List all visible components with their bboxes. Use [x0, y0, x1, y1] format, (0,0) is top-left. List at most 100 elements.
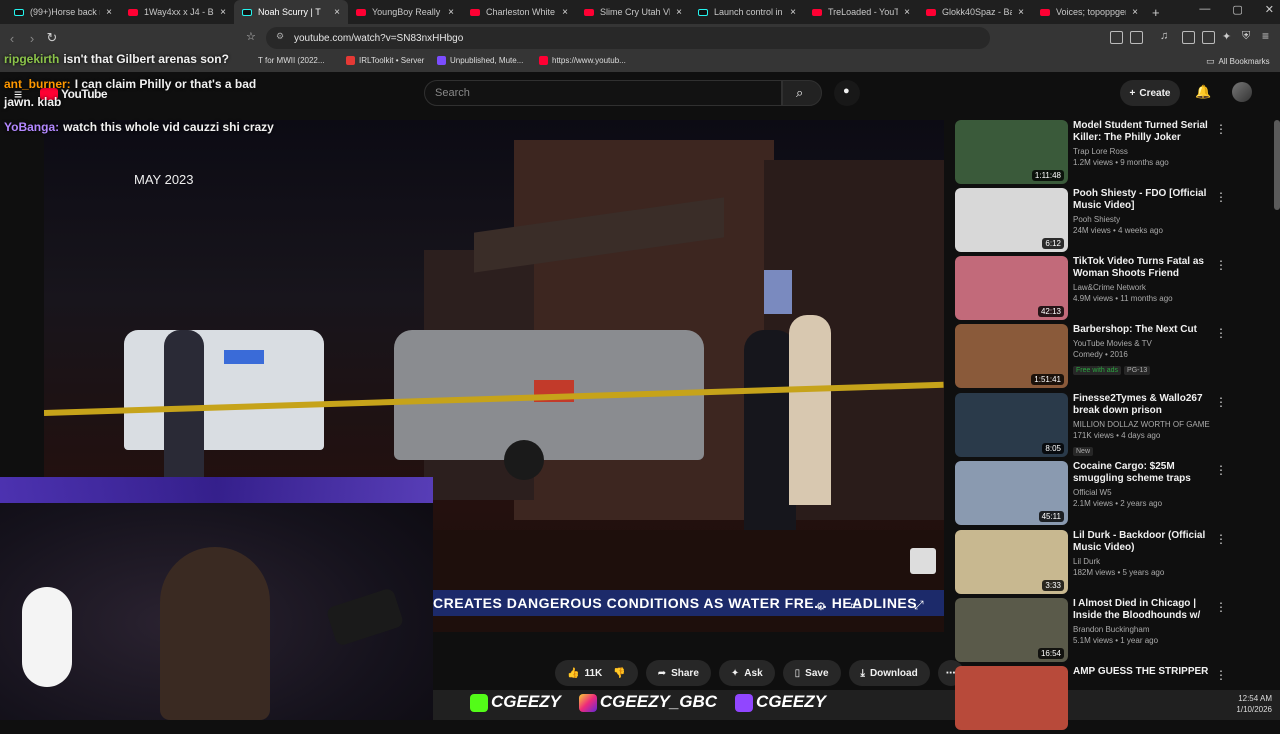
- close-tab-icon[interactable]: ×: [562, 7, 568, 18]
- video-title[interactable]: Cocaine Cargo: $25M smuggling scheme tra…: [1073, 461, 1213, 485]
- video-title[interactable]: Lil Durk - Backdoor (Official Music Vide…: [1073, 530, 1213, 554]
- video-thumbnail[interactable]: 6:12: [955, 188, 1068, 252]
- browser-tab[interactable]: Slime Cry Utah Vlog - Y ×: [576, 0, 690, 24]
- video-title[interactable]: AMP GUESS THE STRIPPER: [1073, 666, 1213, 678]
- like-button[interactable]: 👍 11K 👎: [555, 660, 638, 686]
- recommended-video[interactable]: 8:05 Finesse2Tymes & Wallo267 break down …: [955, 393, 1227, 461]
- recommended-video[interactable]: 1:51:41 Barbershop: The Next Cut YouTube M…: [955, 324, 1227, 392]
- recommended-video[interactable]: 45:11 Cocaine Cargo: $25M smuggling schem…: [955, 461, 1227, 529]
- more-options-icon[interactable]: ⋮: [1215, 668, 1227, 682]
- close-tab-icon[interactable]: ×: [904, 7, 910, 18]
- recommended-video[interactable]: 42:13 TikTok Video Turns Fatal as Woman S…: [955, 256, 1227, 324]
- recommended-video[interactable]: AMP GUESS THE STRIPPER ⋮: [955, 666, 1227, 734]
- close-tab-icon[interactable]: ×: [1018, 7, 1024, 18]
- channel-name[interactable]: MILLION DOLLAZ WORTH OF GAME: [1073, 420, 1213, 429]
- forward-icon[interactable]: ›: [22, 31, 42, 46]
- more-options-icon[interactable]: ⋮: [1215, 532, 1227, 546]
- close-tab-icon[interactable]: ×: [106, 7, 112, 18]
- channel-name[interactable]: Lil Durk: [1073, 557, 1213, 566]
- video-thumbnail[interactable]: 45:11: [955, 461, 1068, 525]
- back-icon[interactable]: ‹: [2, 31, 22, 46]
- create-button[interactable]: + Create: [1120, 80, 1180, 106]
- reload-icon[interactable]: ↻: [42, 30, 62, 46]
- fullscreen-icon[interactable]: ⤢: [914, 598, 924, 613]
- settings-gear-icon[interactable]: ⚙: [816, 600, 826, 613]
- extension-icon[interactable]: [1202, 31, 1215, 44]
- sidebar-icon[interactable]: [1182, 31, 1195, 44]
- channel-name[interactable]: Law&Crime Network: [1073, 283, 1213, 292]
- extension-icon[interactable]: [1110, 31, 1123, 44]
- recommended-video[interactable]: 16:54 I Almost Died in Chicago | Inside t…: [955, 598, 1227, 666]
- close-tab-icon[interactable]: ×: [220, 7, 226, 18]
- channel-name[interactable]: Brandon Buckingham: [1073, 625, 1213, 634]
- video-title[interactable]: I Almost Died in Chicago | Inside the Bl…: [1073, 598, 1213, 622]
- share-button[interactable]: ➦ Share: [645, 660, 711, 686]
- close-tab-icon[interactable]: ×: [790, 7, 796, 18]
- address-bar[interactable]: ⚙ youtube.com/watch?v=SN83nxHHbgo: [266, 27, 990, 49]
- recommended-video[interactable]: 1:11:48 Model Student Turned Serial Kille…: [955, 120, 1227, 188]
- channel-name[interactable]: Official W5: [1073, 488, 1213, 497]
- extension-icon[interactable]: [1130, 31, 1143, 44]
- browser-tab[interactable]: Launch control in C43 ×: [690, 0, 804, 24]
- close-tab-icon[interactable]: ×: [448, 7, 454, 18]
- close-window-icon[interactable]: ✕: [1265, 3, 1274, 16]
- shield-icon[interactable]: ⛨: [1242, 30, 1250, 43]
- video-title[interactable]: Pooh Shiesty - FDO [Official Music Video…: [1073, 188, 1213, 212]
- more-options-icon[interactable]: ⋮: [1215, 463, 1227, 477]
- close-tab-icon[interactable]: ×: [676, 7, 682, 18]
- more-options-icon[interactable]: ⋮: [1215, 395, 1227, 409]
- browser-tab[interactable]: (99+)Horse back ride w ×: [6, 0, 120, 24]
- channel-watermark-icon[interactable]: [910, 548, 936, 574]
- minimize-icon[interactable]: —: [1199, 3, 1210, 16]
- search-button[interactable]: ⌕: [782, 80, 822, 106]
- video-thumbnail[interactable]: 1:51:41: [955, 324, 1068, 388]
- video-title[interactable]: TikTok Video Turns Fatal as Woman Shoots…: [1073, 256, 1213, 280]
- video-thumbnail[interactable]: 1:11:48: [955, 120, 1068, 184]
- browser-tab[interactable]: TreLoaded - YouTube ×: [804, 0, 918, 24]
- channel-name[interactable]: YouTube Movies & TV: [1073, 339, 1213, 348]
- sparkle-icon[interactable]: ✦: [1222, 30, 1231, 43]
- video-title[interactable]: Barbershop: The Next Cut: [1073, 324, 1213, 336]
- browser-tab[interactable]: Noah Scurry | T ×: [234, 0, 348, 24]
- video-thumbnail[interactable]: 16:54: [955, 598, 1068, 662]
- channel-name[interactable]: Pooh Shiesty: [1073, 215, 1213, 224]
- browser-tab[interactable]: YoungBoy Really Has T ×: [348, 0, 462, 24]
- menu-icon[interactable]: ≡: [1262, 29, 1269, 43]
- video-thumbnail[interactable]: 3:33: [955, 530, 1068, 594]
- bookmark-item[interactable]: https://www.youtub...: [539, 56, 626, 65]
- recommended-video[interactable]: 6:12 Pooh Shiesty - FDO [Official Music V…: [955, 188, 1227, 256]
- bookmark-icon[interactable]: ☆: [246, 30, 256, 43]
- browser-tab[interactable]: Glokk40Spaz - Bad M ×: [918, 0, 1032, 24]
- download-button[interactable]: ⤓ Download: [848, 660, 930, 686]
- site-info-icon[interactable]: ⚙: [276, 31, 284, 42]
- video-thumbnail[interactable]: [955, 666, 1068, 730]
- video-thumbnail[interactable]: 8:05: [955, 393, 1068, 457]
- music-icon[interactable]: ♫: [1160, 30, 1168, 42]
- close-tab-icon[interactable]: ×: [1132, 7, 1138, 18]
- video-title[interactable]: Finesse2Tymes & Wallo267 break down pris…: [1073, 393, 1213, 417]
- new-tab-button[interactable]: +: [1152, 5, 1160, 20]
- maximize-icon[interactable]: ▢: [1232, 3, 1242, 16]
- more-options-icon[interactable]: ⋮: [1215, 258, 1227, 272]
- more-options-icon[interactable]: ⋮: [1215, 600, 1227, 614]
- more-options-icon[interactable]: ⋮: [1215, 122, 1227, 136]
- video-thumbnail[interactable]: 42:13: [955, 256, 1068, 320]
- browser-tab[interactable]: Voices; topoppgen - Y ×: [1032, 0, 1146, 24]
- miniplayer-icon[interactable]: ▭: [850, 598, 861, 612]
- bookmark-item[interactable]: T for MWII (2022...: [258, 56, 325, 65]
- close-tab-icon[interactable]: ×: [334, 7, 340, 18]
- thumbs-down-icon[interactable]: 👎: [613, 668, 625, 679]
- browser-tab[interactable]: Charleston White GOE ×: [462, 0, 576, 24]
- browser-tab[interactable]: 1Way4xx x J4 - Beef W ×: [120, 0, 234, 24]
- recommended-video[interactable]: 3:33 Lil Durk - Backdoor (Official Music …: [955, 530, 1227, 598]
- all-bookmarks[interactable]: ▭ All Bookmarks: [1206, 56, 1270, 67]
- channel-name[interactable]: Trap Lore Ross: [1073, 147, 1213, 156]
- scrollbar[interactable]: [1274, 120, 1280, 210]
- video-title[interactable]: Model Student Turned Serial Killer: The …: [1073, 120, 1213, 144]
- save-button[interactable]: ▯ Save: [782, 660, 841, 686]
- voice-search-button[interactable]: ●: [834, 80, 860, 106]
- bookmark-item[interactable]: Unpublished, Mute...: [437, 56, 523, 65]
- more-options-icon[interactable]: ⋮: [1215, 326, 1227, 340]
- ask-button[interactable]: ✦ Ask: [718, 660, 775, 686]
- notifications-bell-icon[interactable]: 🔔: [1195, 84, 1211, 100]
